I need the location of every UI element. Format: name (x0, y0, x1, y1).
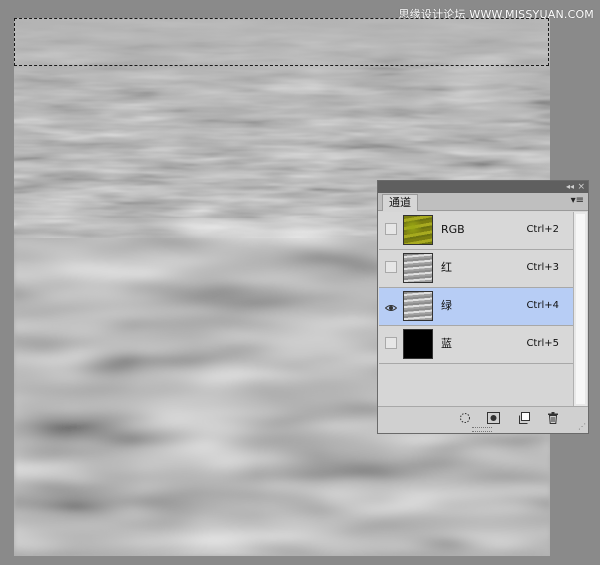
panel-gripper[interactable] (472, 427, 492, 432)
channel-thumbnail (403, 329, 433, 359)
channel-row-rgb[interactable]: RGB Ctrl+2 (379, 212, 573, 250)
channel-row-red[interactable]: 红 Ctrl+3 (379, 250, 573, 288)
channel-shortcut: Ctrl+4 (526, 300, 559, 311)
channel-shortcut: Ctrl+2 (526, 224, 559, 235)
channel-row-blue[interactable]: 蓝 Ctrl+5 (379, 326, 573, 364)
channel-thumbnail (403, 253, 433, 283)
channel-list: RGB Ctrl+2 红 Ctrl+3 绿 Ctrl+4 蓝 Ctrl+5 (379, 212, 573, 406)
new-channel-icon[interactable] (517, 412, 531, 426)
channel-shortcut: Ctrl+3 (526, 262, 559, 273)
panel-scrollbar[interactable] (573, 212, 587, 406)
visibility-toggle[interactable] (385, 261, 397, 273)
scrollbar-thumb[interactable] (576, 214, 585, 404)
channel-name: 红 (441, 261, 452, 274)
channel-row-green[interactable]: 绿 Ctrl+4 (379, 288, 573, 326)
panel-menu-icon[interactable]: ▾≡ (571, 195, 584, 207)
channel-thumbnail (403, 291, 433, 321)
channel-shortcut: Ctrl+5 (526, 338, 559, 349)
mask-icon[interactable] (486, 412, 500, 426)
visibility-toggle[interactable] (385, 337, 397, 349)
visibility-toggle[interactable] (385, 223, 397, 235)
channel-thumbnail (403, 215, 433, 245)
eye-icon[interactable] (384, 299, 398, 311)
panel-footer: ⋰ (378, 406, 588, 433)
tab-channels[interactable]: 通道 (382, 194, 418, 211)
trash-icon[interactable] (546, 412, 560, 426)
close-icon[interactable]: × (577, 181, 585, 193)
collapse-icon[interactable]: ◂◂ (566, 181, 574, 193)
channel-name: 绿 (441, 299, 452, 312)
resize-grip-icon[interactable]: ⋰ (578, 423, 586, 431)
dotted-circle-icon[interactable] (458, 412, 472, 426)
channel-name: 蓝 (441, 337, 452, 350)
channels-panel: ◂◂ × 通道 ▾≡ RGB Ctrl+2 红 Ctrl+3 绿 Ctrl+4 … (377, 180, 589, 434)
panel-tabbar: 通道 ▾≡ (378, 193, 588, 211)
channel-name: RGB (441, 223, 465, 236)
panel-titlebar[interactable]: ◂◂ × (378, 181, 588, 193)
